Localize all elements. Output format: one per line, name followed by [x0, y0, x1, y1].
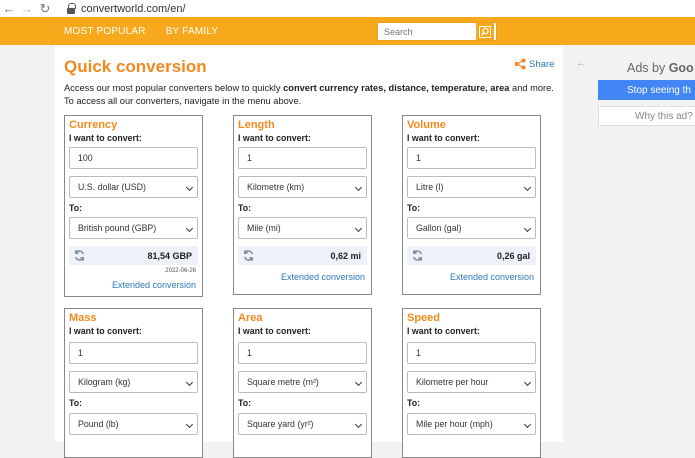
length-card: Length I want to convert: 1 Kilometre (k…: [233, 115, 372, 295]
card-title: Area: [238, 312, 263, 324]
convert-label: I want to convert:: [69, 326, 142, 336]
amount-input[interactable]: 1: [238, 147, 367, 169]
reload-icon[interactable]: ↻: [36, 2, 54, 15]
to-label: To:: [407, 398, 421, 408]
card-title: Volume: [407, 119, 446, 131]
area-card: Area I want to convert: 1 Square metre (…: [233, 308, 372, 458]
extended-conversion-link[interactable]: Extended conversion: [112, 280, 196, 290]
why-this-ad-button[interactable]: Why this ad?: [598, 106, 695, 126]
main-content: Quick conversion Share Access our most p…: [55, 45, 563, 458]
search-icon: [479, 25, 491, 38]
lock-icon: [66, 3, 76, 14]
intro-bold: convert currency rates, distance, temper…: [283, 83, 510, 93]
result-value: 81,54 GBP: [147, 250, 192, 261]
currency-card: Currency I want to convert: 100 U.S. dol…: [64, 115, 203, 297]
from-unit-select[interactable]: Litre (l): [407, 176, 536, 198]
amount-input[interactable]: 1: [407, 342, 536, 364]
convert-label: I want to convert:: [69, 133, 142, 143]
card-title: Mass: [69, 312, 97, 324]
from-unit-select[interactable]: Square metre (m²): [238, 371, 367, 393]
card-title: Speed: [407, 312, 441, 324]
to-label: To:: [69, 203, 83, 213]
extended-conversion-link[interactable]: Extended conversion: [281, 272, 365, 282]
stop-seeing-ad-button[interactable]: Stop seeing th: [598, 80, 695, 100]
to-unit-select[interactable]: Mile per hour (mph): [407, 413, 536, 435]
url-text[interactable]: convertworld.com/en/: [81, 3, 186, 15]
nav-most-popular[interactable]: MOST POPULAR: [64, 26, 146, 37]
browser-bar: ← → ↻ convertworld.com/en/: [0, 0, 695, 17]
convert-label: I want to convert:: [407, 133, 480, 143]
card-title: Currency: [69, 119, 118, 131]
search-input[interactable]: [378, 23, 476, 40]
from-unit-select[interactable]: Kilometre per hour: [407, 371, 536, 393]
result-value: 0,26 gal: [496, 250, 530, 261]
to-label: To:: [238, 398, 252, 408]
search-box: [377, 22, 497, 41]
result-row: 81,54 GBP: [69, 246, 198, 265]
intro-text: Access our most popular converters below…: [64, 82, 554, 108]
result-row: 0,62 mi: [238, 246, 367, 265]
top-nav: MOST POPULAR BY FAMILY: [0, 17, 695, 45]
amount-input[interactable]: 1: [69, 342, 198, 364]
share-label: Share: [529, 58, 555, 70]
rate-date: 2022-06-26: [165, 268, 196, 274]
to-label: To:: [407, 203, 421, 213]
ads-by-text: Ads by: [627, 61, 669, 75]
intro-line-2: To access all our converters, navigate i…: [64, 96, 302, 106]
intro-part-2: and more.: [509, 83, 554, 93]
card-title: Length: [238, 119, 275, 131]
result-value: 0,62 mi: [330, 250, 361, 261]
ads-by-label: Ads by Goo: [627, 61, 694, 75]
from-unit-select[interactable]: Kilometre (km): [238, 176, 367, 198]
nav-by-family[interactable]: BY FAMILY: [166, 26, 219, 37]
to-unit-select[interactable]: Square yard (yr²): [238, 413, 367, 435]
back-arrow-icon[interactable]: ←: [0, 2, 18, 15]
convert-label: I want to convert:: [238, 133, 311, 143]
convert-label: I want to convert:: [238, 326, 311, 336]
ads-brand: Goo: [668, 61, 694, 75]
mass-card: Mass I want to convert: 1 Kilogram (kg) …: [64, 308, 203, 458]
swap-icon[interactable]: [411, 249, 424, 262]
swap-icon[interactable]: [73, 249, 86, 262]
to-label: To:: [238, 203, 252, 213]
to-label: To:: [69, 398, 83, 408]
page-title: Quick conversion: [64, 57, 207, 76]
amount-input[interactable]: 1: [407, 147, 536, 169]
search-button[interactable]: [476, 23, 494, 40]
share-button[interactable]: Share: [514, 58, 554, 70]
volume-card: Volume I want to convert: 1 Litre (l) To…: [402, 115, 541, 295]
intro-part-1: Access our most popular converters below…: [64, 83, 284, 93]
to-unit-select[interactable]: Pound (lb): [69, 413, 198, 435]
from-unit-select[interactable]: U.S. dollar (USD): [69, 176, 198, 198]
to-unit-select[interactable]: Mile (mi): [238, 217, 367, 239]
share-icon: [514, 58, 526, 70]
convert-label: I want to convert:: [407, 326, 480, 336]
result-row: 0,26 gal: [407, 246, 536, 265]
forward-arrow-icon[interactable]: →: [18, 2, 36, 15]
swap-icon[interactable]: [242, 249, 255, 262]
amount-input[interactable]: 1: [238, 342, 367, 364]
to-unit-select[interactable]: Gallon (gal): [407, 217, 536, 239]
address-bar[interactable]: convertworld.com/en/: [66, 3, 186, 15]
amount-input[interactable]: 100: [69, 147, 198, 169]
to-unit-select[interactable]: British pound (GBP): [69, 217, 198, 239]
speed-card: Speed I want to convert: 1 Kilometre per…: [402, 308, 541, 458]
extended-conversion-link[interactable]: Extended conversion: [450, 272, 534, 282]
collapse-arrow-icon[interactable]: ←: [576, 58, 586, 69]
from-unit-select[interactable]: Kilogram (kg): [69, 371, 198, 393]
